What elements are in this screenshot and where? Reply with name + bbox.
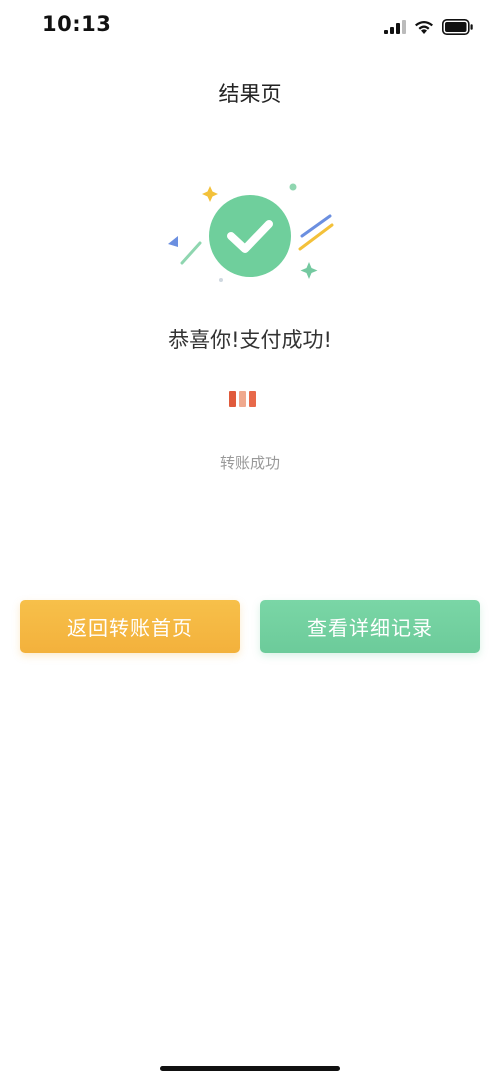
dot-decoration (219, 278, 223, 282)
line-yellow-decoration (298, 223, 334, 251)
star-green-icon (300, 262, 318, 279)
success-illustration (168, 183, 334, 282)
home-indicator[interactable] (160, 1066, 340, 1071)
back-to-transfer-home-button[interactable]: 返回转账首页 (20, 600, 240, 653)
redacted-block (229, 391, 236, 407)
transfer-status-text: 转账成功 (219, 454, 280, 472)
battery-icon (442, 19, 473, 35)
status-time: 10:13 (42, 12, 112, 36)
view-detail-records-button[interactable]: 查看详细记录 (260, 600, 480, 653)
success-title: 恭喜你!支付成功! (168, 328, 332, 352)
status-icons (384, 16, 474, 38)
redacted-block (239, 391, 246, 407)
star-yellow-icon (202, 186, 218, 202)
redacted-block (249, 391, 256, 407)
success-circle (209, 195, 291, 277)
line-decoration (180, 241, 202, 265)
line-blue-decoration (300, 214, 332, 238)
triangle-decoration (168, 236, 178, 247)
amount-redacted (229, 391, 256, 407)
signal-icon (384, 20, 406, 34)
wifi-icon (415, 20, 433, 34)
dot-decoration (289, 183, 297, 191)
status-bar: 10:13 (0, 0, 500, 54)
page-title: 结果页 (218, 82, 282, 106)
